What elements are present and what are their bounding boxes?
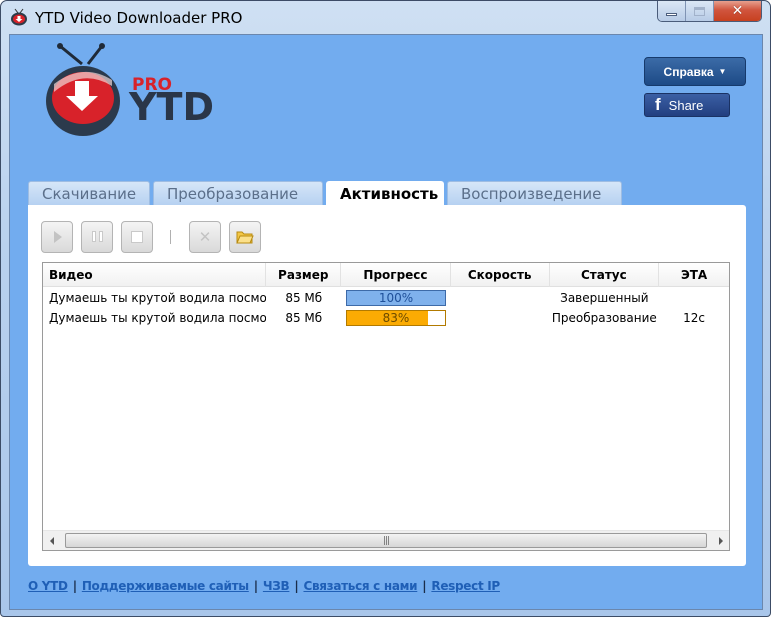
toolbar-separator [170, 229, 171, 244]
horizontal-scrollbar[interactable]: ||| [43, 530, 729, 550]
status-cell: Преобразование [551, 311, 657, 325]
link-separator: | [72, 579, 77, 593]
client-area: PRO YTD Справка ▼ f Share Скачивание Пре… [9, 34, 763, 610]
tab-playback[interactable]: Воспроизведение [447, 181, 622, 205]
size-cell: 85 Мб [285, 291, 323, 305]
arrow-right-icon [718, 536, 723, 545]
maximize-icon [694, 6, 705, 16]
link-contact-us[interactable]: Связаться с нами [303, 579, 417, 593]
table-header: Видео Размер Прогресс Скорость Статус ЭТ… [43, 263, 729, 287]
close-button[interactable]: ✕ [714, 1, 761, 21]
scroll-left-button[interactable] [43, 531, 60, 550]
chevron-down-icon: ▼ [718, 67, 727, 76]
column-header-eta[interactable]: ЭТА [659, 263, 729, 287]
video-title-cell: Думаешь ты крутой водила посмо... [49, 291, 267, 305]
footer-links: О YTD | Поддерживаемые сайты | ЧЗВ | Свя… [28, 579, 500, 593]
close-icon: ✕ [731, 3, 744, 19]
link-separator: | [422, 579, 427, 593]
link-about-ytd[interactable]: О YTD [28, 579, 68, 593]
minimize-button[interactable] [658, 1, 686, 21]
table-row[interactable]: Думаешь ты крутой водила посмо... 85 Мб … [43, 288, 729, 308]
eta-cell: 12с [683, 311, 706, 325]
maximize-button[interactable] [686, 1, 714, 21]
link-separator: | [253, 579, 258, 593]
video-title-cell: Думаешь ты крутой водила посмо... [49, 311, 267, 325]
link-separator: | [294, 579, 299, 593]
column-header-size[interactable]: Размер [266, 263, 342, 287]
facebook-icon: f [655, 95, 661, 114]
column-header-speed[interactable]: Скорость [451, 263, 550, 287]
share-button-label: Share [668, 97, 704, 113]
pause-icon [91, 231, 103, 242]
minimize-icon [666, 12, 677, 16]
status-cell: Завершенный [560, 291, 649, 305]
open-folder-button[interactable] [229, 220, 261, 253]
table-body: Думаешь ты крутой водила посмо... 85 Мб … [43, 288, 729, 328]
activity-toolbar: ✕ [41, 220, 269, 253]
activity-panel: ✕ Видео Размер Прогресс Скорость Статус … [28, 205, 746, 566]
progress-cell: 83% [341, 310, 451, 326]
facebook-share-button[interactable]: f Share [644, 93, 730, 117]
ytd-pro-logo: PRO YTD [46, 43, 214, 136]
progress-text: 83% [382, 311, 410, 325]
remove-button[interactable]: ✕ [189, 220, 221, 253]
link-supported-sites[interactable]: Поддерживаемые сайты [82, 579, 249, 593]
tab-convert[interactable]: Преобразование [153, 181, 323, 205]
column-header-status[interactable]: Статус [550, 263, 660, 287]
play-icon [54, 230, 62, 243]
logo-brand-text: YTD [128, 85, 214, 129]
progress-text: 100% [378, 291, 414, 305]
window-controls: ✕ [657, 1, 762, 22]
size-cell: 85 Мб [285, 311, 323, 325]
link-respect-ip[interactable]: Respect IP [431, 579, 500, 593]
table-row[interactable]: Думаешь ты крутой водила посмо... 85 Мб … [43, 308, 729, 328]
stop-icon [131, 230, 143, 243]
pause-button[interactable] [81, 220, 113, 253]
folder-icon [236, 231, 254, 243]
main-tabs: Скачивание Преобразование Активность Вос… [28, 181, 625, 206]
help-dropdown-button[interactable]: Справка ▼ [644, 57, 746, 86]
x-icon: ✕ [198, 227, 212, 246]
window-title: YTD Video Downloader PRO [35, 9, 243, 27]
scrollbar-thumb[interactable]: ||| [65, 533, 707, 548]
stop-button[interactable] [121, 220, 153, 253]
arrow-left-icon [49, 536, 54, 545]
downloads-table: Видео Размер Прогресс Скорость Статус ЭТ… [42, 262, 730, 551]
column-header-video[interactable]: Видео [43, 263, 267, 287]
app-window: YTD Video Downloader PRO ✕ PRO YTD Справ… [0, 0, 771, 617]
grip-icon: ||| [382, 535, 390, 546]
column-header-progress[interactable]: Прогресс [341, 263, 451, 287]
tab-download[interactable]: Скачивание [28, 181, 150, 205]
title-bar[interactable]: YTD Video Downloader PRO ✕ [1, 1, 770, 35]
progress-bar: 83% [345, 310, 446, 326]
tab-activity[interactable]: Активность [326, 181, 444, 206]
scroll-right-button[interactable] [712, 531, 729, 550]
progress-cell: 100% [341, 290, 451, 306]
help-button-label: Справка [663, 64, 714, 79]
play-button[interactable] [41, 220, 73, 253]
ytd-app-icon [11, 8, 27, 26]
link-faq[interactable]: ЧЗВ [263, 579, 290, 593]
progress-bar: 100% [345, 290, 446, 306]
